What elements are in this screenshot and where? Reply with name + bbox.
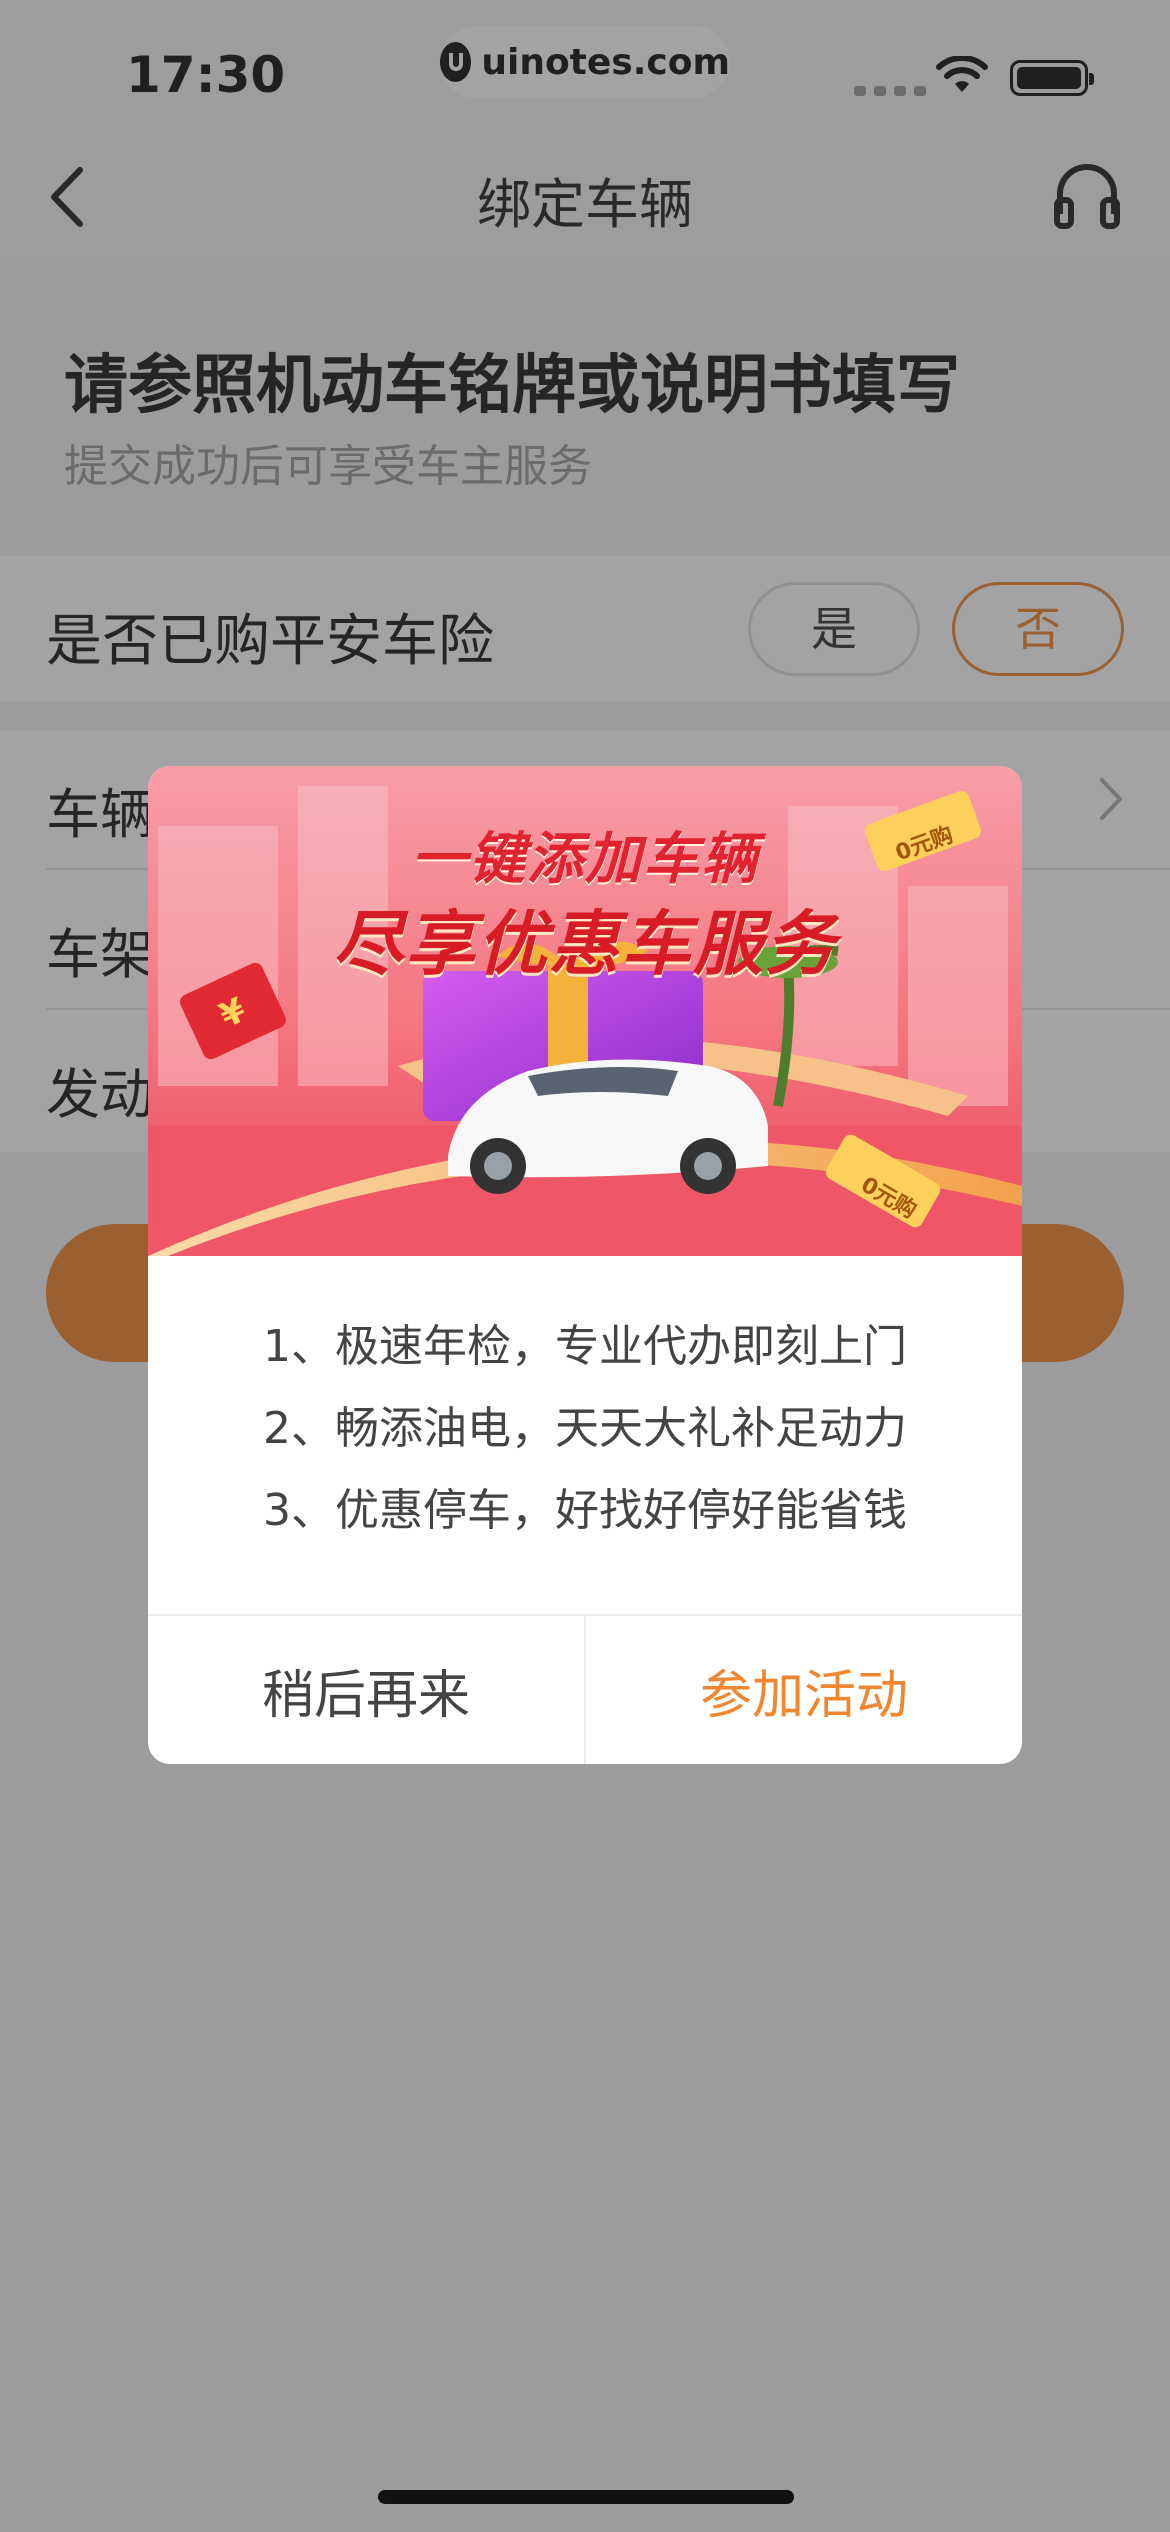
home-indicator[interactable] [378,2490,794,2504]
benefit-item: 2、畅添油电，天天大礼补足动力 [263,1403,907,1454]
promo-dialog: ¥ 一键添加车辆 尽享优惠车服务 0元购 0元购 1、极速年检，专业代办即刻上门… [148,766,1022,1764]
benefit-item: 1、极速年检，专业代办即刻上门 [263,1321,907,1372]
benefit-item: 3、优惠停车，好找好停好能省钱 [263,1485,907,1536]
banner-title-secondary: 尽享优惠车服务 [333,903,837,985]
banner-title-primary: 一键添加车辆 [411,827,759,892]
benefit-list: 1、极速年检，专业代办即刻上门 2、畅添油电，天天大礼补足动力 3、优惠停车，好… [148,1306,1022,1552]
join-activity-button[interactable]: 参加活动 [586,1616,1022,1764]
dialog-actions: 稍后再来 参加活动 [148,1614,1022,1764]
screen: 17:30 uinotes.com 绑定车辆 请参照机动车铭牌或说明书填写 提交… [0,0,1170,2532]
later-button[interactable]: 稍后再来 [148,1616,586,1764]
